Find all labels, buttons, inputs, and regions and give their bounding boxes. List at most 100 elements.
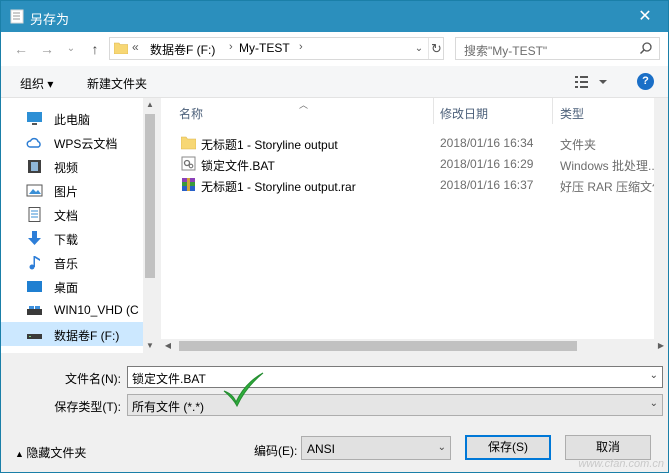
- encoding-select[interactable]: ANSI ⌄: [301, 436, 451, 460]
- filename-field[interactable]: 锁定文件.BAT ⌄: [127, 366, 663, 388]
- file-list: ︿ 名称 修改日期 类型 无标题1 - Storyline output 201…: [161, 98, 668, 353]
- picture-icon: [26, 184, 43, 197]
- column-divider[interactable]: [433, 98, 434, 124]
- breadcrumb-folder[interactable]: My-TEST: [239, 41, 290, 55]
- save-button[interactable]: 保存(S): [465, 435, 551, 460]
- chevron-down-icon[interactable]: ⌄: [650, 398, 658, 409]
- chevron-down-icon[interactable]: ⌄: [650, 370, 658, 381]
- column-divider[interactable]: [552, 98, 553, 124]
- sort-ascending-icon: ︿: [299, 100, 309, 110]
- scrollbar-thumb[interactable]: [179, 341, 577, 351]
- sidebar-item-this-pc[interactable]: 此电脑: [1, 106, 143, 130]
- sidebar-item-downloads[interactable]: 下载: [1, 226, 143, 250]
- up-button[interactable]: ↑: [85, 39, 105, 59]
- chevron-right-icon: ›: [299, 41, 303, 53]
- sidebar-item-label: WIN10_VHD (C: [54, 303, 139, 317]
- title-bar: 另存为 ✕: [1, 1, 668, 32]
- scroll-right-icon[interactable]: ▶: [654, 339, 668, 353]
- filetype-label: 保存类型(T):: [54, 400, 121, 414]
- hide-folders-button[interactable]: ▲ 隐藏文件夹: [15, 444, 86, 461]
- filename-label: 文件名(N):: [65, 372, 121, 386]
- watermark: www.cfan.com.cn: [578, 458, 664, 470]
- document-icon: [28, 207, 41, 222]
- chevron-right-icon: ›: [229, 41, 233, 53]
- back-button[interactable]: ←: [11, 39, 31, 59]
- sidebar-item-documents[interactable]: 文档: [1, 202, 143, 226]
- file-row[interactable]: 无标题1 - Storyline output.rar 2018/01/16 1…: [175, 174, 668, 195]
- address-row: ← → ⌄ ↑ « 数据卷F (F:) › My-TEST › ⌄ ↻ 搜索"M…: [1, 32, 668, 66]
- file-type: Windows 批处理...: [560, 159, 659, 173]
- sidebar-item-pictures[interactable]: 图片: [1, 178, 143, 202]
- folder-icon: [114, 42, 128, 54]
- sidebar-item-videos[interactable]: 视频: [1, 154, 143, 178]
- sidebar-item-label: WPS云文档: [54, 137, 118, 151]
- drive-icon: [27, 334, 42, 339]
- file-list-horizontal-scrollbar[interactable]: ◀ ▶: [161, 339, 668, 353]
- sidebar-item-desktop[interactable]: 桌面: [1, 274, 143, 298]
- new-folder-button[interactable]: 新建文件夹: [87, 75, 147, 92]
- music-icon: [29, 256, 40, 270]
- sidebar-item-label: 此电脑: [54, 113, 91, 127]
- command-toolbar: 组织 ▾ 新建文件夹 ?: [1, 66, 668, 98]
- help-button[interactable]: ?: [637, 73, 654, 90]
- file-list-vertical-scrollbar[interactable]: [654, 98, 668, 339]
- dialog-footer: ▲ 隐藏文件夹 编码(E): ANSI ⌄ 保存(S) 取消: [1, 426, 668, 472]
- sidebar-item-drive-c[interactable]: WIN10_VHD (C: [1, 298, 143, 322]
- scroll-up-icon[interactable]: ▲: [143, 98, 157, 112]
- scroll-left-icon[interactable]: ◀: [161, 339, 175, 353]
- forward-button[interactable]: →: [37, 39, 57, 59]
- recent-locations-button[interactable]: ⌄: [61, 39, 81, 59]
- file-date: 2018/01/16 16:34: [440, 136, 534, 150]
- search-input[interactable]: 搜索"My-TEST": [455, 37, 660, 60]
- breadcrumb-drive[interactable]: 数据卷F (F:): [150, 41, 215, 58]
- sidebar-scrollbar[interactable]: ▲ ▼: [143, 98, 157, 353]
- column-header-date[interactable]: 修改日期: [440, 98, 488, 124]
- sidebar-item-wps-cloud[interactable]: WPS云文档: [1, 130, 143, 154]
- organize-button[interactable]: 组织 ▾: [20, 75, 53, 92]
- chevron-down-icon[interactable]: ⌄: [438, 442, 446, 453]
- column-header-type[interactable]: 类型: [560, 98, 584, 124]
- desktop-icon: [27, 281, 42, 292]
- sidebar-item-label: 数据卷F (F:): [54, 329, 120, 343]
- file-name: 无标题1 - Storyline output: [201, 138, 338, 152]
- cancel-button[interactable]: 取消: [565, 435, 651, 460]
- sidebar-item-label: 桌面: [54, 281, 79, 295]
- hide-folders-label: 隐藏文件夹: [26, 446, 87, 460]
- download-icon: [28, 231, 41, 245]
- file-row[interactable]: 锁定文件.BAT 2018/01/16 16:29 Windows 批处理...: [175, 153, 668, 174]
- file-type: 文件夹: [560, 138, 597, 152]
- search-icon: [639, 42, 652, 55]
- address-overflow-icon[interactable]: «: [132, 40, 139, 54]
- file-row[interactable]: 无标题1 - Storyline output 2018/01/16 16:34…: [175, 132, 668, 153]
- encoding-label: 编码(E):: [254, 444, 298, 458]
- encoding-value: ANSI: [307, 442, 336, 456]
- file-date: 2018/01/16 16:37: [440, 178, 534, 192]
- sidebar-item-label: 文档: [54, 209, 79, 223]
- refresh-button[interactable]: ↻: [428, 38, 444, 59]
- filetype-select[interactable]: 所有文件 (*.*) ⌄: [127, 394, 663, 416]
- bat-file-icon: [181, 156, 196, 171]
- navigation-pane: 此电脑 WPS云文档 视频 图片 文档 下载 音乐 桌面 WIN10_VHD (…: [1, 98, 157, 353]
- drive-icon: [27, 306, 42, 315]
- sidebar-item-label: 图片: [54, 185, 79, 199]
- address-dropdown-button[interactable]: ⌄: [410, 38, 428, 59]
- scroll-down-icon[interactable]: ▼: [143, 339, 157, 353]
- video-icon: [28, 160, 41, 173]
- close-button[interactable]: ✕: [622, 1, 668, 32]
- view-options-icon[interactable]: [574, 73, 610, 91]
- rar-file-icon: [182, 178, 195, 191]
- column-header-name[interactable]: 名称: [179, 98, 203, 124]
- scrollbar-thumb[interactable]: [145, 114, 155, 278]
- file-name: 无标题1 - Storyline output.rar: [201, 180, 356, 194]
- address-bar[interactable]: « 数据卷F (F:) › My-TEST › ⌄ ↻: [109, 37, 444, 60]
- checkmark-icon: [223, 372, 264, 408]
- file-date: 2018/01/16 16:29: [440, 157, 534, 171]
- file-type: 好压 RAR 压缩文件: [560, 180, 665, 194]
- sidebar-item-label: 音乐: [54, 257, 79, 271]
- sidebar-item-label: 视频: [54, 161, 79, 175]
- window-title: 另存为: [30, 12, 70, 27]
- sidebar-item-music[interactable]: 音乐: [1, 250, 143, 274]
- search-placeholder: 搜索"My-TEST": [464, 44, 548, 58]
- file-name: 锁定文件.BAT: [201, 159, 275, 173]
- sidebar-item-drive-f[interactable]: 数据卷F (F:): [1, 322, 143, 346]
